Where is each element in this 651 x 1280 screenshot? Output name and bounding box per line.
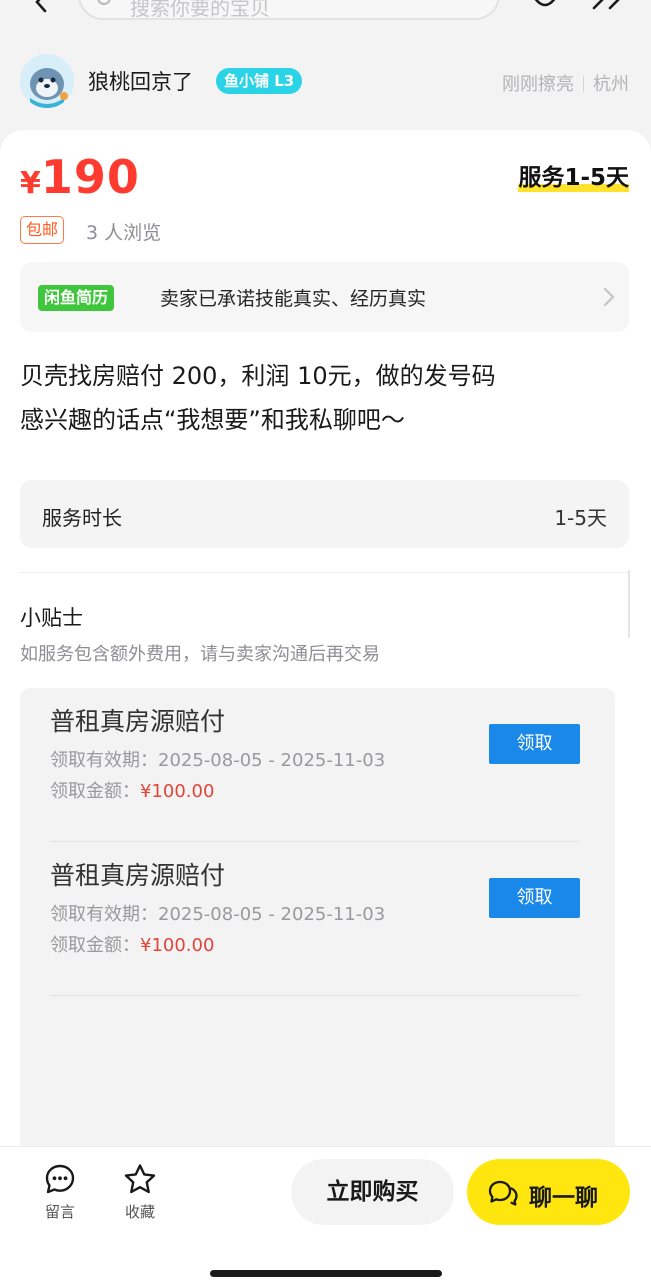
chat-bubble-icon <box>488 1180 518 1206</box>
coupon-divider <box>50 995 580 996</box>
tips-title: 小贴士 <box>20 606 83 630</box>
seal-avatar-icon <box>20 54 74 108</box>
claim-button[interactable]: 领取 <box>489 724 580 764</box>
duration-label: 服务时长 <box>42 506 122 530</box>
share-icon[interactable] <box>592 0 624 10</box>
seller-meta: 刚刚擦亮 杭州 <box>502 70 629 96</box>
avatar[interactable] <box>20 54 74 108</box>
last-active-text: 刚刚擦亮 <box>502 74 574 95</box>
tips-subtitle: 如服务包含额外费用，请与卖家沟通后再交易 <box>20 644 380 665</box>
service-icon[interactable] <box>528 0 562 10</box>
service-duration-row: 服务时长 1-5天 <box>20 480 629 548</box>
seller-row[interactable]: 狼桃回京了 鱼小铺 L3 刚刚擦亮 杭州 <box>0 50 651 114</box>
search-icon <box>97 0 111 5</box>
star-icon <box>124 1164 156 1194</box>
amount-label: 领取金额： <box>50 781 140 802</box>
view-count: 3 人浏览 <box>86 222 162 244</box>
search-placeholder: 搜索你要的宝贝 <box>130 0 270 20</box>
top-bar: 搜索你要的宝贝 <box>0 0 651 34</box>
coupon-scroll-edge <box>628 570 630 638</box>
item-detail-card: ¥190 服务1-5天 包邮 3 人浏览 闲鱼简历 卖家已承诺技能真实、经历真实… <box>0 130 651 1150</box>
chevron-right-icon <box>603 287 615 307</box>
coupon-card: 普租真房源赔付 领取有效期：2025-08-05 - 2025-11-03 领取… <box>50 688 580 842</box>
coupon-panel[interactable]: 普租真房源赔付 领取有效期：2025-08-05 - 2025-11-03 领取… <box>20 688 615 1150</box>
free-shipping-badge: 包邮 <box>20 216 65 244</box>
location-text: 杭州 <box>593 74 629 95</box>
shop-level-badge: 鱼小铺 L3 <box>216 68 303 94</box>
chat-button[interactable]: 聊一聊 <box>467 1159 630 1225</box>
buy-now-button[interactable]: 立即购买 <box>291 1159 454 1225</box>
bottom-action-bar: 留言 收藏 立即购买 聊一聊 <box>0 1146 651 1280</box>
validity-label: 领取有效期： <box>50 904 158 925</box>
service-tag-text: 服务1-5天 <box>518 165 629 191</box>
coupon-amount: 领取金额：¥100.00 <box>50 931 214 957</box>
seller-resume-banner[interactable]: 闲鱼简历 卖家已承诺技能真实、经历真实 <box>20 262 629 332</box>
validity-value: 2025-08-05 - 2025-11-03 <box>158 750 386 771</box>
search-input[interactable]: 搜索你要的宝贝 <box>78 0 500 20</box>
coupon-title: 普租真房源赔付 <box>50 707 226 736</box>
home-indicator[interactable] <box>210 1270 442 1277</box>
section-divider <box>20 572 629 573</box>
back-arrow-icon[interactable] <box>30 0 54 14</box>
seller-name[interactable]: 狼桃回京了 <box>88 66 193 96</box>
meta-divider <box>583 76 584 92</box>
resume-text: 卖家已承诺技能真实、经历真实 <box>160 288 427 310</box>
amount-value: ¥100.00 <box>140 781 215 802</box>
item-description: 贝壳找房赔付 200，利润 10元，做的发号码 感兴趣的话点“我想要”和我私聊吧… <box>20 354 620 442</box>
amount-label: 领取金额： <box>50 935 140 956</box>
coupon-validity: 领取有效期：2025-08-05 - 2025-11-03 <box>50 900 385 926</box>
validity-label: 领取有效期： <box>50 750 158 771</box>
coupon-amount: 领取金额：¥100.00 <box>50 777 214 803</box>
favorite-label: 收藏 <box>124 1203 155 1221</box>
price-currency: ¥ <box>20 166 41 201</box>
price: ¥190 <box>20 150 140 204</box>
claim-button[interactable]: 领取 <box>489 878 580 918</box>
chat-label: 聊一聊 <box>529 1185 598 1211</box>
duration-value: 1-5天 <box>554 506 607 530</box>
message-button[interactable]: 留言 <box>35 1163 85 1222</box>
coupon-validity: 领取有效期：2025-08-05 - 2025-11-03 <box>50 746 385 772</box>
favorite-button[interactable]: 收藏 <box>115 1163 165 1222</box>
service-duration-tag: 服务1-5天 <box>518 158 629 192</box>
message-label: 留言 <box>44 1203 75 1221</box>
resume-logo: 闲鱼简历 <box>38 285 115 311</box>
description-line: 感兴趣的话点“我想要”和我私聊吧～ <box>20 406 405 434</box>
comment-icon <box>45 1164 75 1194</box>
validity-value: 2025-08-05 - 2025-11-03 <box>158 904 386 925</box>
coupon-card: 普租真房源赔付 领取有效期：2025-08-05 - 2025-11-03 领取… <box>50 842 580 996</box>
coupon-title: 普租真房源赔付 <box>50 861 226 890</box>
description-line: 贝壳找房赔付 200，利润 10元，做的发号码 <box>20 362 496 390</box>
price-value: 190 <box>40 150 140 204</box>
amount-value: ¥100.00 <box>140 935 215 956</box>
